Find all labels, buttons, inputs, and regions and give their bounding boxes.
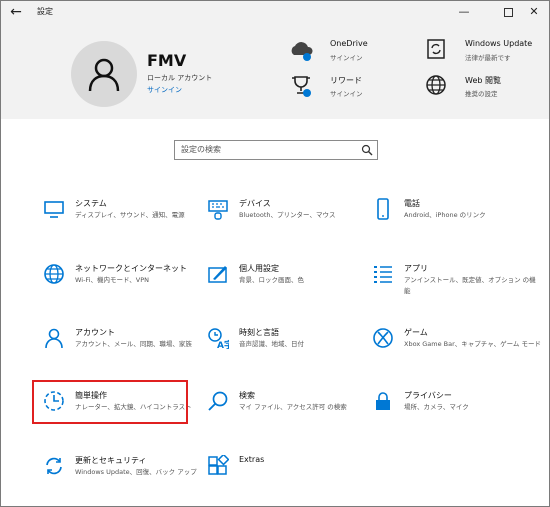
tile-subtitle: 背景、ロック画面、色	[239, 276, 304, 284]
window-title: 設定	[37, 7, 53, 16]
tile-accounts[interactable]: アカウント アカウント、メール、同期、職場、家族	[43, 327, 213, 377]
tile-title: 更新とセキュリティ	[75, 456, 147, 465]
tile-privacy[interactable]: プライバシー 場所、カメラ、マイク	[372, 390, 542, 440]
tile-phone[interactable]: 電話 Android、iPhone のリンク	[372, 198, 542, 248]
tile-search[interactable]: 検索 マイ ファイル、アクセス許可 の検索	[207, 390, 377, 440]
tile-subtitle: ディスプレイ、サウンド、通知、電源	[75, 211, 185, 219]
tile-subtitle: Windows Update、回復、バック アップ	[75, 468, 197, 476]
tile-title: ネットワークとインターネット	[75, 264, 187, 273]
paint-icon	[208, 266, 227, 283]
tile-title: デバイス	[239, 199, 271, 208]
tile-subtitle: アンインストール、既定値、オプション の機能	[404, 276, 536, 295]
windows-update-title: Windows Update	[465, 39, 533, 48]
tile-title: プライバシー	[404, 391, 452, 400]
onedrive-subtitle: サインイン	[330, 54, 363, 62]
tile-gaming[interactable]: ゲーム Xbox Game Bar、キャプチャ、ゲーム モード	[372, 327, 542, 377]
search-icon	[208, 391, 228, 411]
tile-subtitle: Xbox Game Bar、キャプチャ、ゲーム モード	[404, 340, 541, 348]
tile-title: 電話	[404, 199, 420, 208]
update-icon	[427, 39, 445, 59]
highlight-box	[32, 380, 188, 424]
keyboard-icon	[208, 200, 228, 220]
tile-subtitle: 場所、カメラ、マイク	[404, 403, 469, 411]
settings-window: ← 設定 — ✕ FMV ローカル アカウント サインイン OneDrive サ…	[0, 0, 550, 507]
tile-title: Extras	[239, 455, 265, 464]
maximize-icon	[503, 7, 513, 17]
tile-title: 個人用設定	[239, 264, 279, 273]
web-browsing-subtitle: 推奨の設定	[465, 90, 498, 98]
account-type: ローカル アカウント	[147, 74, 213, 82]
tile-update-security[interactable]: 更新とセキュリティ Windows Update、回復、バック アップ	[43, 455, 213, 505]
tile-title: アカウント	[75, 328, 115, 337]
tile-title: アプリ	[404, 264, 428, 273]
svg-text:A字: A字	[217, 339, 229, 349]
time-language-icon: A字	[208, 328, 229, 349]
tile-title: 時刻と言語	[239, 328, 279, 337]
avatar[interactable]	[71, 41, 137, 107]
tile-network[interactable]: ネットワークとインターネット Wi-Fi、機内モード、VPN	[43, 263, 213, 313]
web-browsing-item[interactable]: Web 閲覧 推奨の設定	[424, 73, 549, 101]
apps-list-icon	[374, 266, 392, 283]
account-name: FMV	[147, 51, 187, 70]
person-icon	[45, 328, 63, 349]
tile-subtitle: 音声認識、地域、日付	[239, 340, 304, 348]
cloud-icon	[291, 42, 313, 55]
tile-extras[interactable]: Extras	[207, 455, 377, 505]
rewards-item[interactable]: リワード サインイン	[289, 73, 409, 101]
tile-devices[interactable]: デバイス Bluetooth、プリンター、マウス	[207, 198, 377, 248]
tile-system[interactable]: システム ディスプレイ、サウンド、通知、電源	[43, 198, 213, 248]
onedrive-item[interactable]: OneDrive サインイン	[289, 37, 409, 65]
search-input[interactable]: 設定の検索	[181, 144, 221, 155]
globe-icon	[426, 75, 446, 95]
windows-update-subtitle: 法律が最新です	[465, 54, 511, 62]
account-header: FMV ローカル アカウント サインイン OneDrive サインイン Wind…	[1, 23, 549, 119]
tile-title: 検索	[239, 391, 255, 400]
tile-personalization[interactable]: 個人用設定 背景、ロック画面、色	[207, 263, 377, 313]
signin-link[interactable]: サインイン	[147, 85, 182, 95]
rewards-subtitle: サインイン	[330, 90, 363, 98]
onedrive-title: OneDrive	[330, 39, 368, 48]
tile-time-language[interactable]: A字 時刻と言語 音声認識、地域、日付	[207, 327, 377, 377]
tile-title: システム	[75, 199, 107, 208]
minimize-button[interactable]: —	[451, 1, 477, 23]
sync-icon	[46, 457, 62, 475]
tile-subtitle: Bluetooth、プリンター、マウス	[239, 211, 336, 219]
phone-icon	[377, 198, 389, 220]
tile-apps[interactable]: アプリ アンインストール、既定値、オプション の機能	[372, 263, 542, 313]
back-button[interactable]: ←	[5, 1, 27, 23]
rewards-title: リワード	[330, 76, 362, 85]
title-bar: ← 設定 — ✕	[1, 1, 549, 23]
extras-icon	[208, 455, 229, 475]
search-icon[interactable]	[361, 144, 373, 156]
tile-subtitle: マイ ファイル、アクセス許可 の検索	[239, 403, 347, 411]
trophy-icon	[292, 76, 310, 94]
person-icon	[88, 58, 120, 92]
web-browsing-title: Web 閲覧	[465, 76, 501, 85]
close-button[interactable]: ✕	[521, 1, 547, 23]
monitor-icon	[44, 201, 64, 218]
status-dot	[303, 89, 311, 97]
globe-icon	[44, 264, 64, 284]
tile-subtitle: アカウント、メール、同期、職場、家族	[75, 340, 192, 348]
xbox-icon	[373, 328, 393, 348]
settings-search[interactable]: 設定の検索	[174, 140, 378, 160]
tile-title: ゲーム	[404, 328, 428, 337]
tile-subtitle: Wi-Fi、機内モード、VPN	[75, 276, 149, 284]
windows-update-item[interactable]: Windows Update 法律が最新です	[424, 37, 549, 65]
maximize-button[interactable]	[495, 1, 521, 23]
status-dot	[303, 53, 311, 61]
lock-icon	[376, 392, 390, 410]
tile-subtitle: Android、iPhone のリンク	[404, 211, 486, 219]
